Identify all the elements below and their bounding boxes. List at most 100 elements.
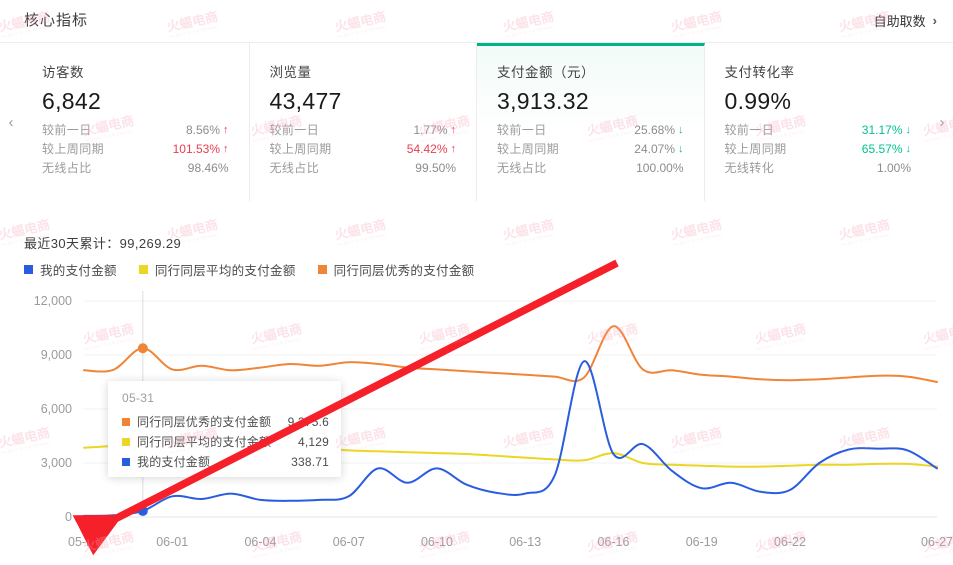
metric-comparison-number: 25.68% [634, 123, 675, 137]
metric-card[interactable]: 浏览量 43,477 较前一日 1.77% ↑ 较上周同期 54.42% ↑ 无线占比 99.50… [249, 43, 477, 201]
tooltip-color-swatch [122, 458, 130, 466]
metric-comparison-label: 较上周同期 [269, 142, 332, 156]
metric-comparison-number: 1.00% [876, 161, 911, 175]
metric-card[interactable]: 支付金额（元） 3,913.32 较前一日 25.68% ↓ 较上周同期 24.07% ↓ 无线… [477, 43, 705, 201]
metric-comparison-number: 1.77% [413, 123, 448, 137]
tooltip-series-name: 我的支付金额 [137, 455, 211, 469]
arrow-down-icon: ↓ [905, 143, 912, 155]
arrow-up-icon: ↑ [223, 143, 229, 155]
self-serve-data-link[interactable]: 自助取数 › [874, 11, 937, 30]
metric-card-title: 访客数 [42, 65, 84, 80]
chart-total-label: 最近30天累计：99,269.29 [24, 236, 182, 251]
metric-comparison-row: 较上周同期 101.53% ↑ [42, 140, 229, 159]
metric-comparison-row: 较上周同期 24.07% ↓ [497, 140, 684, 159]
metric-comparison-row: 较上周同期 54.42% ↑ [270, 140, 457, 159]
metric-comparison-row: 无线转化 1.00% [725, 159, 912, 178]
metric-card[interactable]: 支付转化率 0.99% 较前一日 31.17% ↓ 较上周同期 65.57% ↓ 无线转化 1.0… [704, 43, 931, 201]
metric-card-title: 浏览量 [269, 65, 312, 80]
carousel-prev-button[interactable]: ‹ [0, 43, 22, 201]
metric-comparison-value: 98.46% [188, 159, 229, 178]
x-axis-tick-label: 06-27 [921, 535, 953, 549]
chart-tooltip: 05-31 同行同层优秀的支付金额 9,375.6 同行同层平均的支付金额 4,129… [108, 381, 341, 477]
metric-comparison-value: 100.00% [636, 159, 683, 178]
metric-card-title: 支付转化率 [724, 65, 795, 80]
chart-highlight-point [137, 343, 148, 354]
arrow-down-icon: ↓ [905, 124, 912, 136]
y-axis-tick-label: 3,000 [41, 456, 72, 470]
arrow-up-icon: ↑ [450, 124, 457, 136]
tooltip-series-row: 同行同层优秀的支付金额 9,375.6 [122, 412, 329, 432]
metric-comparison-value: 99.50% [415, 159, 456, 178]
y-axis-tick-label: 6,000 [41, 402, 72, 416]
metric-comparison-number: 24.07% [634, 142, 675, 156]
legend-label: 我的支付金额 [40, 264, 117, 278]
x-axis-tick-label: 06-13 [509, 535, 541, 549]
metric-card-value: 3,913.32 [497, 88, 589, 114]
analytics-dashboard: 核心指标 自助取数 › ‹ › 访客数 6,842 较前一日 8.56% ↑ 较上周同期 1… [0, 0, 953, 565]
chart-line-series [83, 325, 938, 383]
metric-comparison-label: 较上周同期 [42, 142, 105, 156]
metric-card-strip: ‹ › 访客数 6,842 较前一日 8.56% ↑ 较上周同期 101.53% ↑ 无线占比 9… [0, 42, 953, 201]
metric-card-title: 支付金额（元） [497, 65, 595, 80]
metric-comparison-number: 98.46% [187, 161, 229, 175]
arrow-up-icon: ↑ [223, 124, 229, 136]
y-axis-tick-label: 12,000 [34, 294, 72, 308]
metric-comparison-label: 较前一日 [269, 123, 320, 137]
metric-comparison-value: 25.68% ↓ [634, 121, 683, 140]
metric-comparison-value: 101.53% ↑ [173, 140, 229, 159]
legend-item[interactable]: 同行同层平均的支付金额 [138, 260, 296, 279]
metric-comparison-label: 较上周同期 [497, 142, 560, 156]
chevron-right-icon: › [932, 13, 937, 28]
metric-comparison-number: 31.17% [861, 123, 903, 137]
tooltip-series-row: 同行同层平均的支付金额 4,129 [122, 432, 329, 452]
chevron-right-icon: › [939, 113, 945, 131]
arrow-up-icon: ↑ [450, 143, 457, 155]
legend-item[interactable]: 我的支付金额 [24, 260, 117, 279]
x-axis-tick-label: 06-10 [421, 535, 453, 549]
x-axis-tick-label: 05-29 [68, 535, 100, 549]
metric-card-value: 43,477 [269, 88, 342, 114]
x-axis-tick-label: 06-19 [686, 535, 718, 549]
tooltip-color-swatch [122, 438, 130, 446]
page-header: 核心指标 自助取数 › [0, 0, 953, 40]
tooltip-series-row: 我的支付金额 338.71 [122, 452, 329, 472]
carousel-next-button[interactable]: › [931, 43, 953, 201]
metric-comparison-number: 8.56% [185, 123, 220, 137]
tooltip-color-swatch [122, 418, 130, 426]
metric-comparison-number: 101.53% [172, 142, 220, 156]
tooltip-series-name: 同行同层优秀的支付金额 [137, 415, 272, 429]
metric-comparison-row: 较上周同期 65.57% ↓ [725, 140, 912, 159]
metric-comparison-label: 较前一日 [724, 123, 775, 137]
chevron-left-icon: ‹ [8, 113, 14, 131]
metric-comparison-row: 无线占比 99.50% [270, 159, 457, 178]
legend-label: 同行同层平均的支付金额 [154, 264, 296, 278]
y-axis-tick-label: 0 [65, 510, 72, 524]
x-axis-tick-label: 06-07 [333, 535, 365, 549]
metric-comparison-label: 较前一日 [42, 123, 92, 137]
chart-highlight-point [137, 505, 148, 516]
metric-comparison-number: 54.42% [406, 142, 448, 156]
metric-comparison-number: 100.00% [636, 161, 684, 175]
y-axis-tick-label: 9,000 [41, 348, 72, 362]
self-serve-label: 自助取数 [873, 14, 926, 29]
metric-comparison-value: 24.07% ↓ [634, 140, 683, 159]
metric-card-value: 0.99% [724, 88, 792, 114]
metric-card-value: 6,842 [42, 88, 102, 114]
x-axis-tick-label: 06-04 [244, 535, 276, 549]
metric-card[interactable]: 访客数 6,842 较前一日 8.56% ↑ 较上周同期 101.53% ↑ 无线占比 98.46… [22, 43, 250, 201]
metric-comparison-label: 无线占比 [497, 161, 547, 175]
metric-comparison-label: 较上周同期 [724, 142, 787, 156]
metric-comparison-label: 较前一日 [497, 123, 547, 137]
page-title: 核心指标 [24, 12, 89, 29]
metric-comparison-value: 54.42% ↑ [407, 140, 456, 159]
legend-item[interactable]: 同行同层优秀的支付金额 [317, 260, 475, 279]
legend-label: 同行同层优秀的支付金额 [333, 264, 475, 278]
metric-comparison-row: 较前一日 25.68% ↓ [497, 121, 684, 140]
chart-legend: 我的支付金额 同行同层平均的支付金额 同行同层优秀的支付金额 [24, 260, 474, 279]
metric-comparison-value: 8.56% ↑ [186, 121, 229, 140]
metric-comparison-value: 1.00% [877, 159, 911, 178]
metric-comparison-label: 无线占比 [269, 161, 320, 175]
metric-comparison-number: 99.50% [415, 161, 456, 175]
legend-color-swatch [317, 265, 327, 274]
x-axis-tick-label: 06-22 [774, 535, 806, 549]
